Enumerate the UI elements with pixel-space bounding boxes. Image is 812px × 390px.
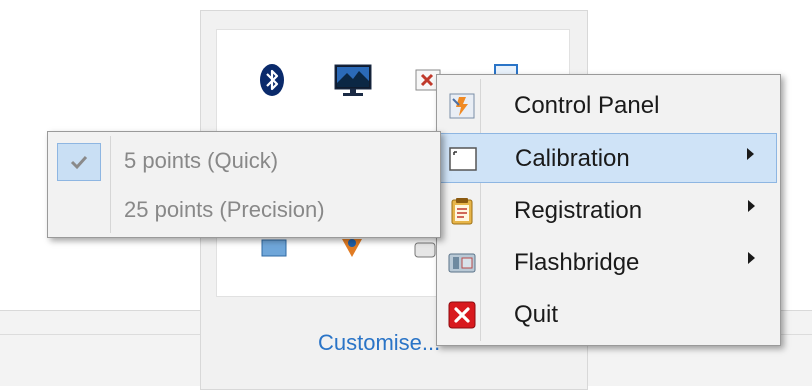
display-monitor-icon[interactable] bbox=[333, 60, 373, 100]
bluetooth-icon[interactable] bbox=[256, 64, 288, 96]
checkmark-icon bbox=[57, 143, 101, 181]
menu-item-flashbridge[interactable]: Flashbridge bbox=[440, 238, 777, 288]
tray-context-menu: Control Panel Calibration Registration F… bbox=[436, 74, 781, 346]
menu-item-label: Control Panel bbox=[514, 92, 660, 119]
customise-link[interactable]: Customise... bbox=[318, 330, 440, 356]
quit-icon bbox=[447, 300, 477, 330]
menu-item-label: Calibration bbox=[515, 145, 630, 172]
menu-item-label: Quit bbox=[514, 301, 559, 328]
menu-item-label: Flashbridge bbox=[514, 249, 640, 276]
calibration-icon bbox=[448, 144, 478, 174]
submenu-arrow-icon bbox=[748, 200, 755, 212]
flashbridge-icon bbox=[447, 248, 477, 278]
submenu-item-label: 25 points (Precision) bbox=[124, 197, 325, 222]
menu-item-control-panel[interactable]: Control Panel bbox=[440, 81, 777, 131]
control-panel-icon bbox=[447, 91, 477, 121]
submenu-item-25-points[interactable]: 25 points (Precision) bbox=[51, 186, 437, 234]
submenu-arrow-icon bbox=[748, 252, 755, 264]
menu-item-label: Registration bbox=[514, 197, 643, 224]
menu-item-registration[interactable]: Registration bbox=[440, 186, 777, 236]
menu-item-quit[interactable]: Quit bbox=[440, 290, 777, 340]
submenu-item-5-points[interactable]: 5 points (Quick) bbox=[51, 137, 437, 185]
menu-item-calibration[interactable]: Calibration bbox=[440, 133, 777, 183]
submenu-item-label: 5 points (Quick) bbox=[124, 148, 279, 173]
submenu-arrow-icon bbox=[747, 148, 754, 160]
calibration-submenu: 5 points (Quick) 25 points (Precision) bbox=[47, 131, 441, 238]
registration-icon bbox=[447, 196, 477, 226]
